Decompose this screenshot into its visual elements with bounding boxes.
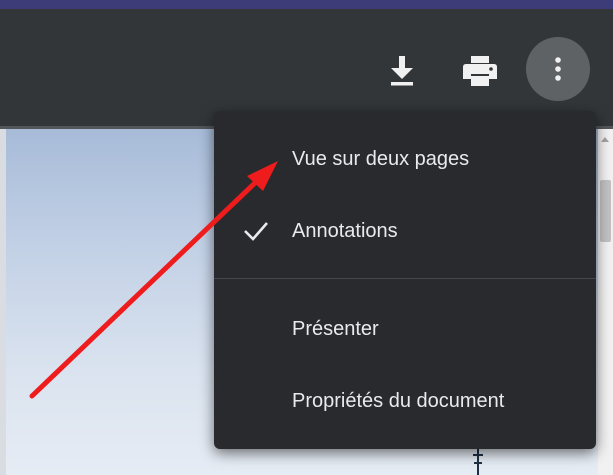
more-actions-button[interactable] <box>526 37 590 101</box>
menu-item-present[interactable]: Présenter <box>214 301 596 357</box>
menu-item-document-properties[interactable]: Propriétés du document <box>214 373 596 429</box>
menu-item-annotations[interactable]: Annotations <box>214 203 596 259</box>
download-icon <box>391 56 413 86</box>
window-top-strip <box>0 0 613 9</box>
pdf-toolbar <box>0 9 613 126</box>
menu-divider <box>214 278 596 279</box>
download-button[interactable] <box>386 50 418 90</box>
checkmark-icon <box>244 222 268 241</box>
page-antenna-graphic <box>473 446 483 475</box>
scroll-up-arrow-icon[interactable] <box>601 137 609 142</box>
menu-item-label: Annotations <box>292 219 398 242</box>
menu-item-label: Vue sur deux pages <box>292 147 470 170</box>
more-vertical-icon <box>555 57 561 81</box>
menu-item-label: Présenter <box>292 317 379 340</box>
print-icon <box>463 56 497 86</box>
scrollbar-thumb[interactable] <box>600 180 611 242</box>
print-button[interactable] <box>460 52 500 90</box>
menu-item-two-page-view[interactable]: Vue sur deux pages <box>214 131 596 187</box>
more-actions-menu: Vue sur deux pages Annotations Présenter… <box>214 111 596 449</box>
menu-item-label: Propriétés du document <box>292 389 505 412</box>
